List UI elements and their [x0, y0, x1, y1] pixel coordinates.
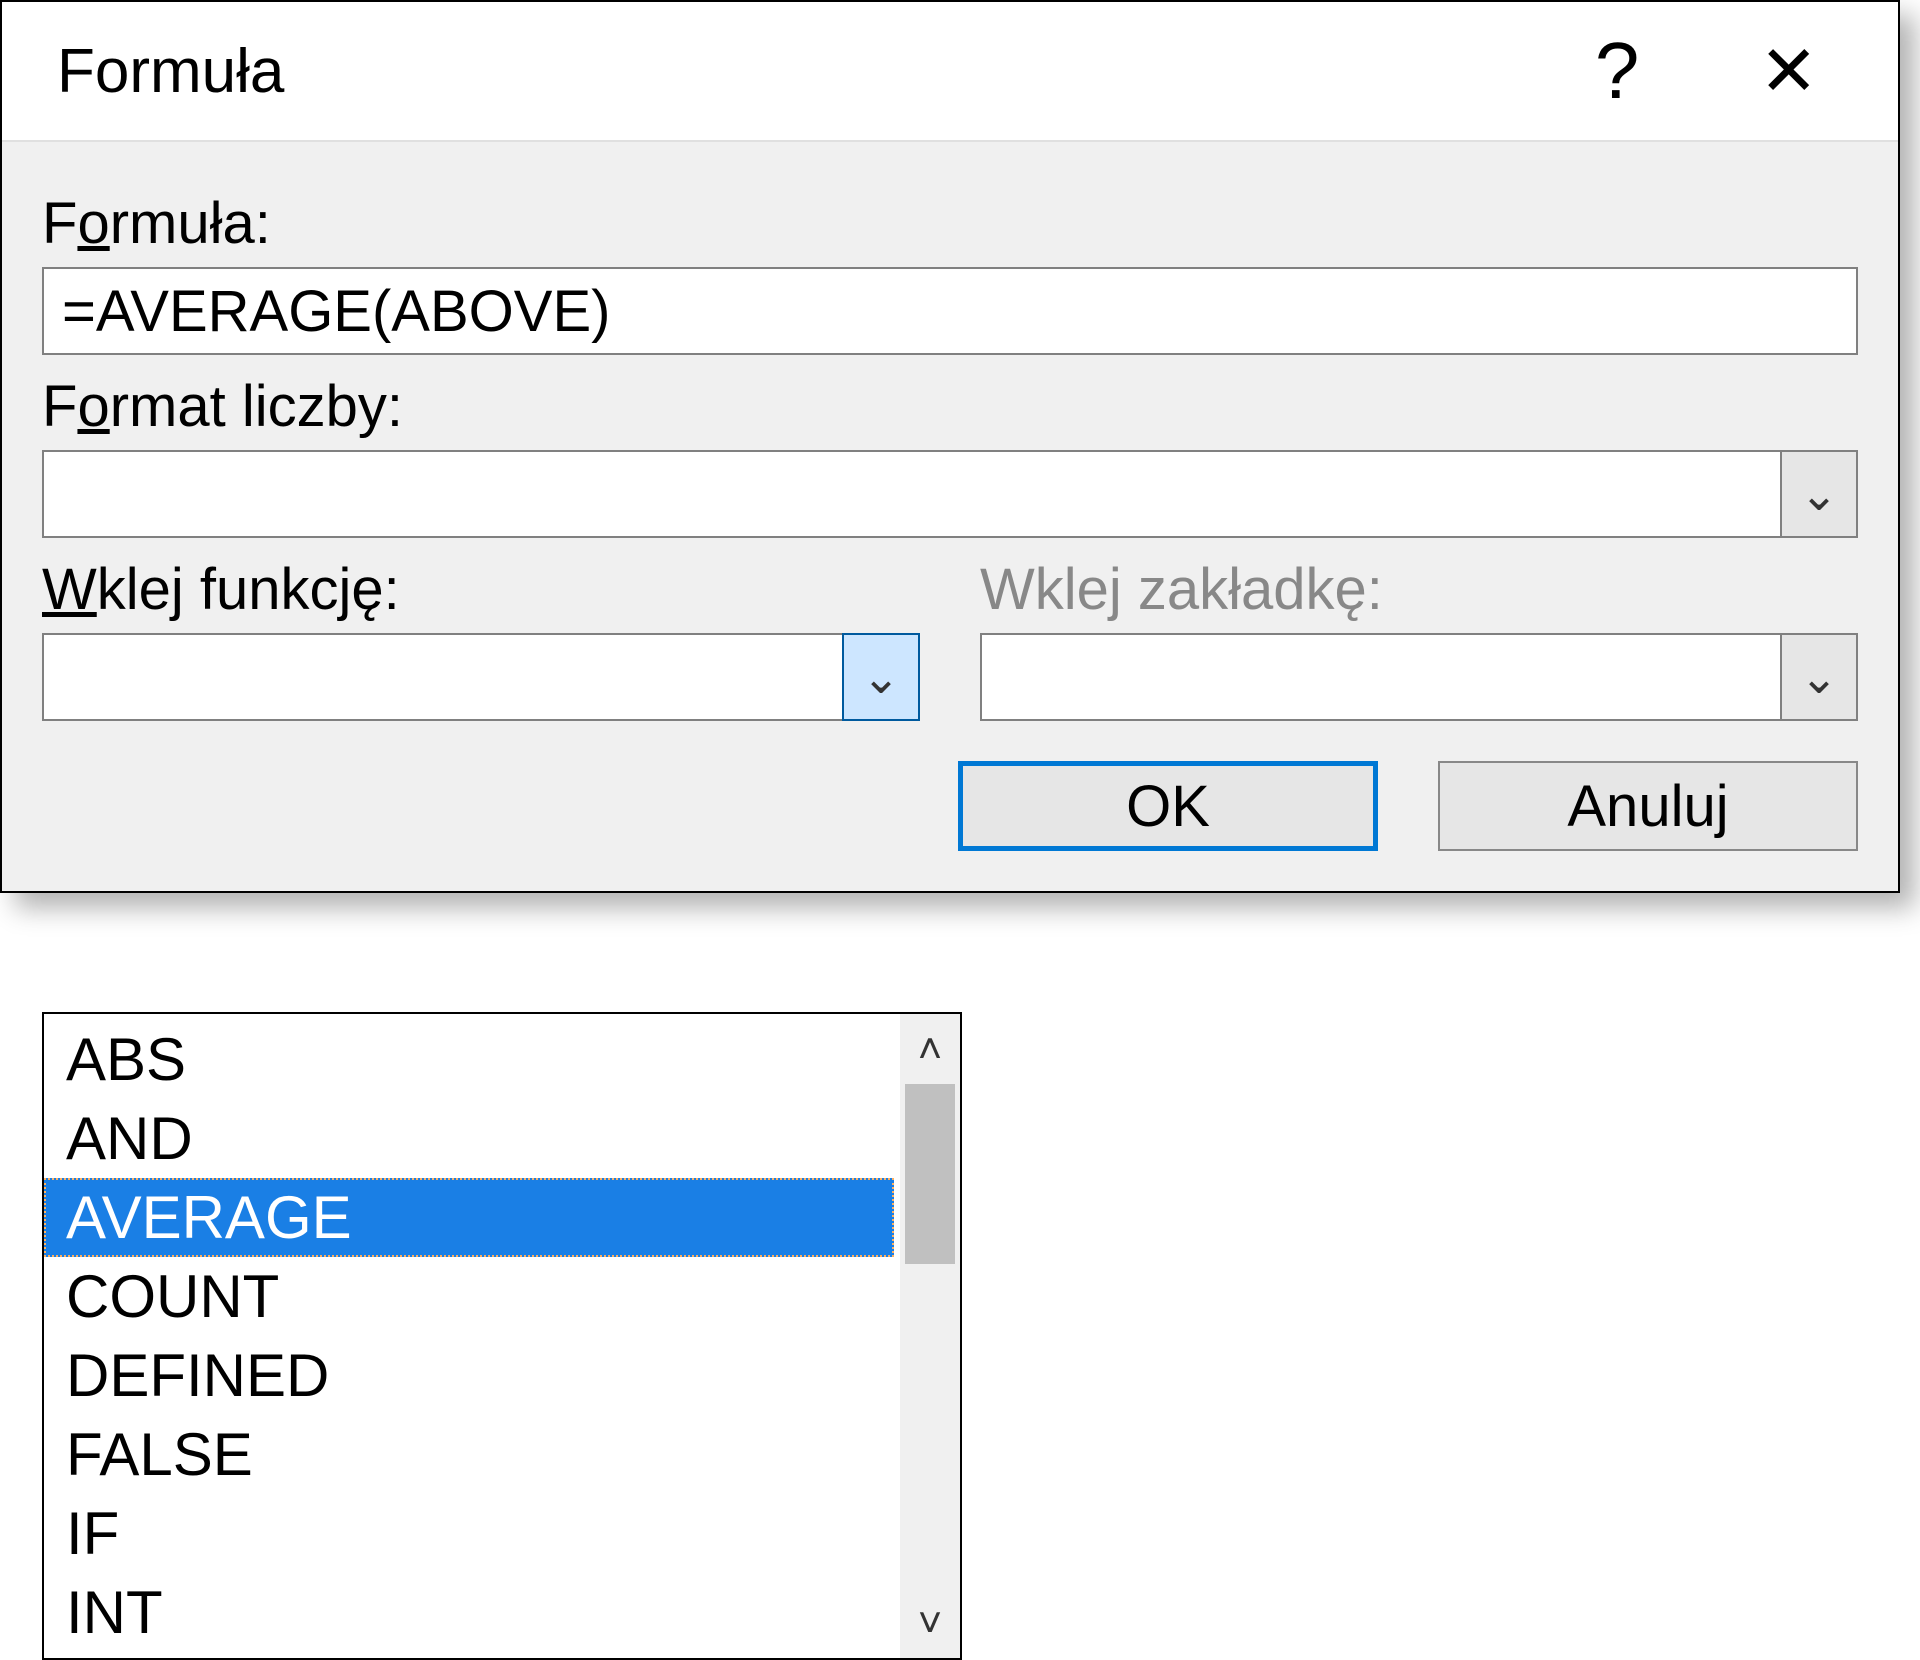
paste-function-combo[interactable]: ⌄	[42, 633, 920, 721]
dropdown-item[interactable]: COUNT	[44, 1257, 900, 1336]
dropdown-scrollbar[interactable]: ˄ ˅	[900, 1014, 960, 1658]
function-dropdown-list: ABS AND AVERAGE COUNT DEFINED FALSE IF I…	[42, 1012, 962, 1660]
dropdown-item[interactable]: IF	[44, 1494, 900, 1573]
paste-function-dropdown-button[interactable]: ⌄	[842, 633, 920, 721]
scroll-up-icon[interactable]: ˄	[900, 1014, 960, 1084]
titlebar-buttons: ? ✕	[1595, 31, 1858, 111]
chevron-down-icon: ⌄	[862, 650, 901, 704]
dropdown-item[interactable]: INT	[44, 1573, 900, 1652]
scrollbar-track[interactable]	[900, 1084, 960, 1588]
scrollbar-thumb[interactable]	[905, 1084, 955, 1264]
help-icon[interactable]: ?	[1595, 31, 1640, 111]
number-format-combo[interactable]: ⌄	[42, 450, 1858, 538]
paste-function-label: Wklej funkcję:	[42, 556, 920, 623]
formula-input[interactable]: =AVERAGE(ABOVE)	[42, 267, 1858, 355]
cancel-button[interactable]: Anuluj	[1438, 761, 1858, 851]
dropdown-item[interactable]: AND	[44, 1099, 900, 1178]
ok-button[interactable]: OK	[958, 761, 1378, 851]
dialog-title: Formuła	[57, 36, 284, 107]
dialog-body: Formuła: =AVERAGE(ABOVE) Format liczby: …	[2, 142, 1898, 891]
dropdown-item-selected[interactable]: AVERAGE	[44, 1178, 894, 1257]
number-format-label: Format liczby:	[42, 373, 1858, 440]
scroll-down-icon[interactable]: ˅	[900, 1588, 960, 1658]
chevron-down-icon: ⌄	[1800, 467, 1839, 521]
dropdown-item[interactable]: DEFINED	[44, 1336, 900, 1415]
formula-input-value: =AVERAGE(ABOVE)	[62, 278, 610, 345]
paste-bookmark-combo[interactable]: ⌄	[980, 633, 1858, 721]
number-format-dropdown-button[interactable]: ⌄	[1780, 450, 1858, 538]
formula-label: Formuła:	[42, 190, 1858, 257]
formula-dialog: Formuła ? ✕ Formuła: =AVERAGE(ABOVE) For…	[0, 0, 1900, 893]
chevron-down-icon: ⌄	[1800, 650, 1839, 704]
number-format-input[interactable]	[42, 450, 1780, 538]
dropdown-item[interactable]: ABS	[44, 1020, 900, 1099]
close-icon[interactable]: ✕	[1759, 36, 1818, 106]
paste-bookmark-dropdown-button[interactable]: ⌄	[1780, 633, 1858, 721]
titlebar: Formuła ? ✕	[2, 2, 1898, 142]
dialog-buttons: OK Anuluj	[42, 761, 1858, 851]
paste-function-input[interactable]	[42, 633, 842, 721]
paste-bookmark-input[interactable]	[980, 633, 1780, 721]
paste-bookmark-label: Wklej zakładkę:	[980, 556, 1858, 623]
dropdown-items: ABS AND AVERAGE COUNT DEFINED FALSE IF I…	[44, 1014, 900, 1658]
dropdown-item[interactable]: FALSE	[44, 1415, 900, 1494]
